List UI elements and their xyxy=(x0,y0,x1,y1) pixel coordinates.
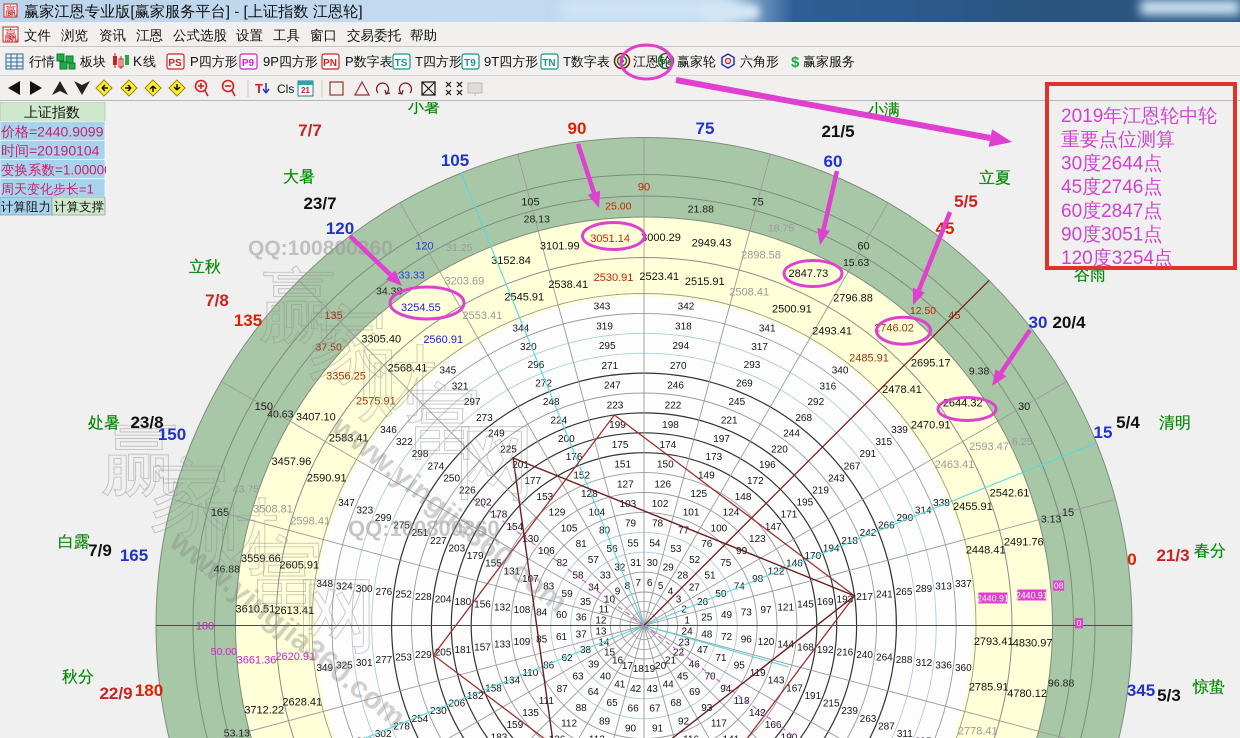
svg-text:2019: 2019 xyxy=(1061,106,1103,127)
svg-text:2847: 2847 xyxy=(1101,201,1143,222)
svg-text:90: 90 xyxy=(1061,225,1082,246)
svg-text:60: 60 xyxy=(1061,201,1082,222)
svg-text:3254: 3254 xyxy=(1112,248,1155,269)
svg-text:45: 45 xyxy=(1061,177,1082,198)
svg-text:2746: 2746 xyxy=(1101,177,1143,198)
svg-text:3051: 3051 xyxy=(1101,225,1143,246)
svg-text:120: 120 xyxy=(1061,248,1093,269)
svg-text:2644: 2644 xyxy=(1101,153,1144,174)
svg-text:30: 30 xyxy=(1061,153,1082,174)
